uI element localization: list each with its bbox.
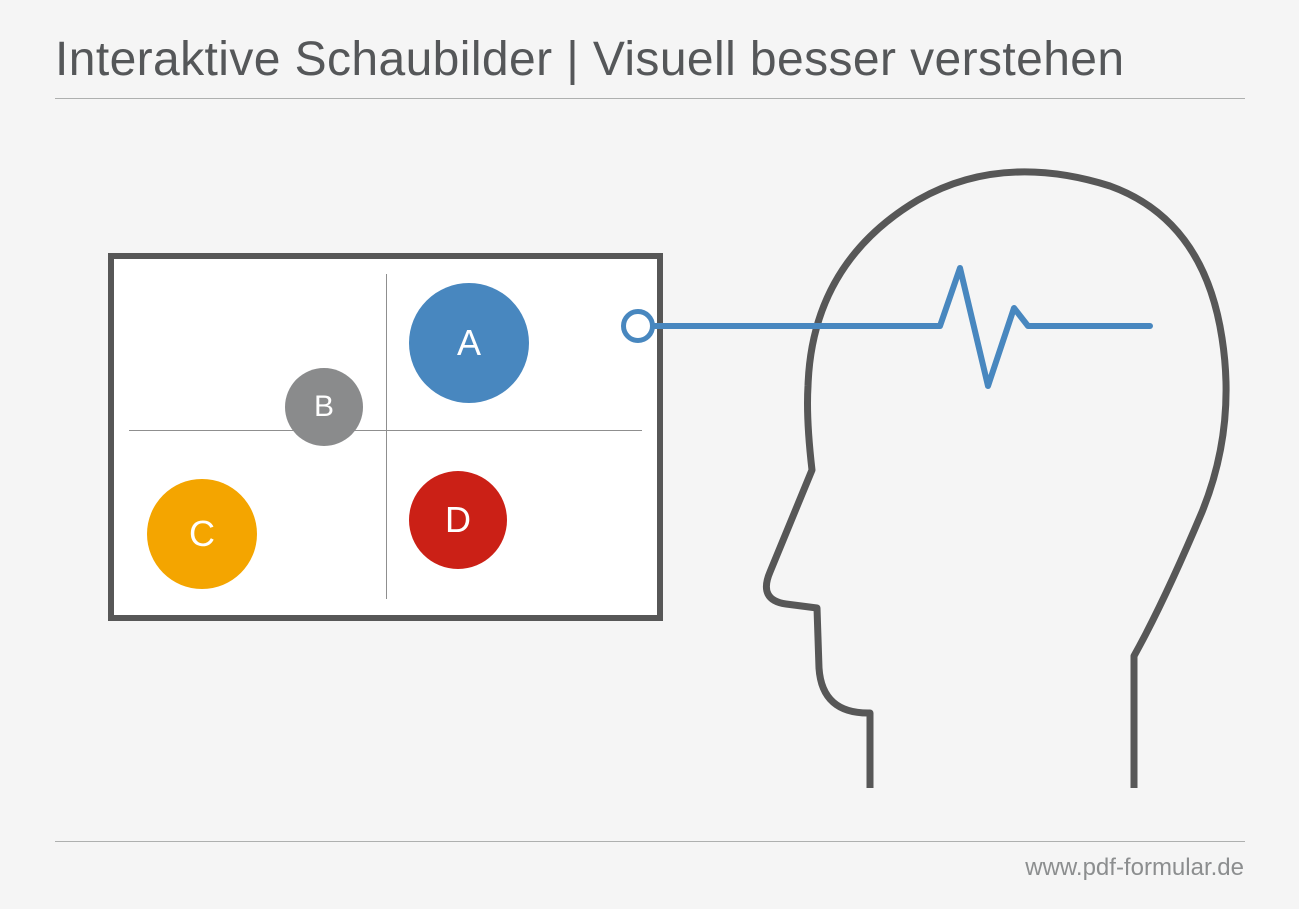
footer-url: www.pdf-formular.de	[1025, 854, 1244, 882]
diagram-frame: A B C D	[108, 253, 663, 621]
page: Interaktive Schaubilder | Visuell besser…	[0, 0, 1299, 909]
node-d-label: D	[445, 499, 471, 541]
brainwave-line-icon	[620, 220, 1180, 420]
title-divider	[55, 98, 1245, 99]
node-c[interactable]: C	[147, 479, 257, 589]
axis-horizontal	[129, 430, 642, 431]
node-a[interactable]: A	[409, 283, 529, 403]
page-title: Interaktive Schaubilder | Visuell besser…	[55, 32, 1124, 87]
node-b-label: B	[314, 390, 334, 424]
node-a-label: A	[457, 322, 481, 364]
node-b[interactable]: B	[285, 368, 363, 446]
axis-vertical	[386, 274, 387, 599]
pulse-origin-marker	[621, 309, 655, 343]
node-c-label: C	[189, 513, 215, 555]
node-d[interactable]: D	[409, 471, 507, 569]
footer-divider	[55, 841, 1245, 842]
